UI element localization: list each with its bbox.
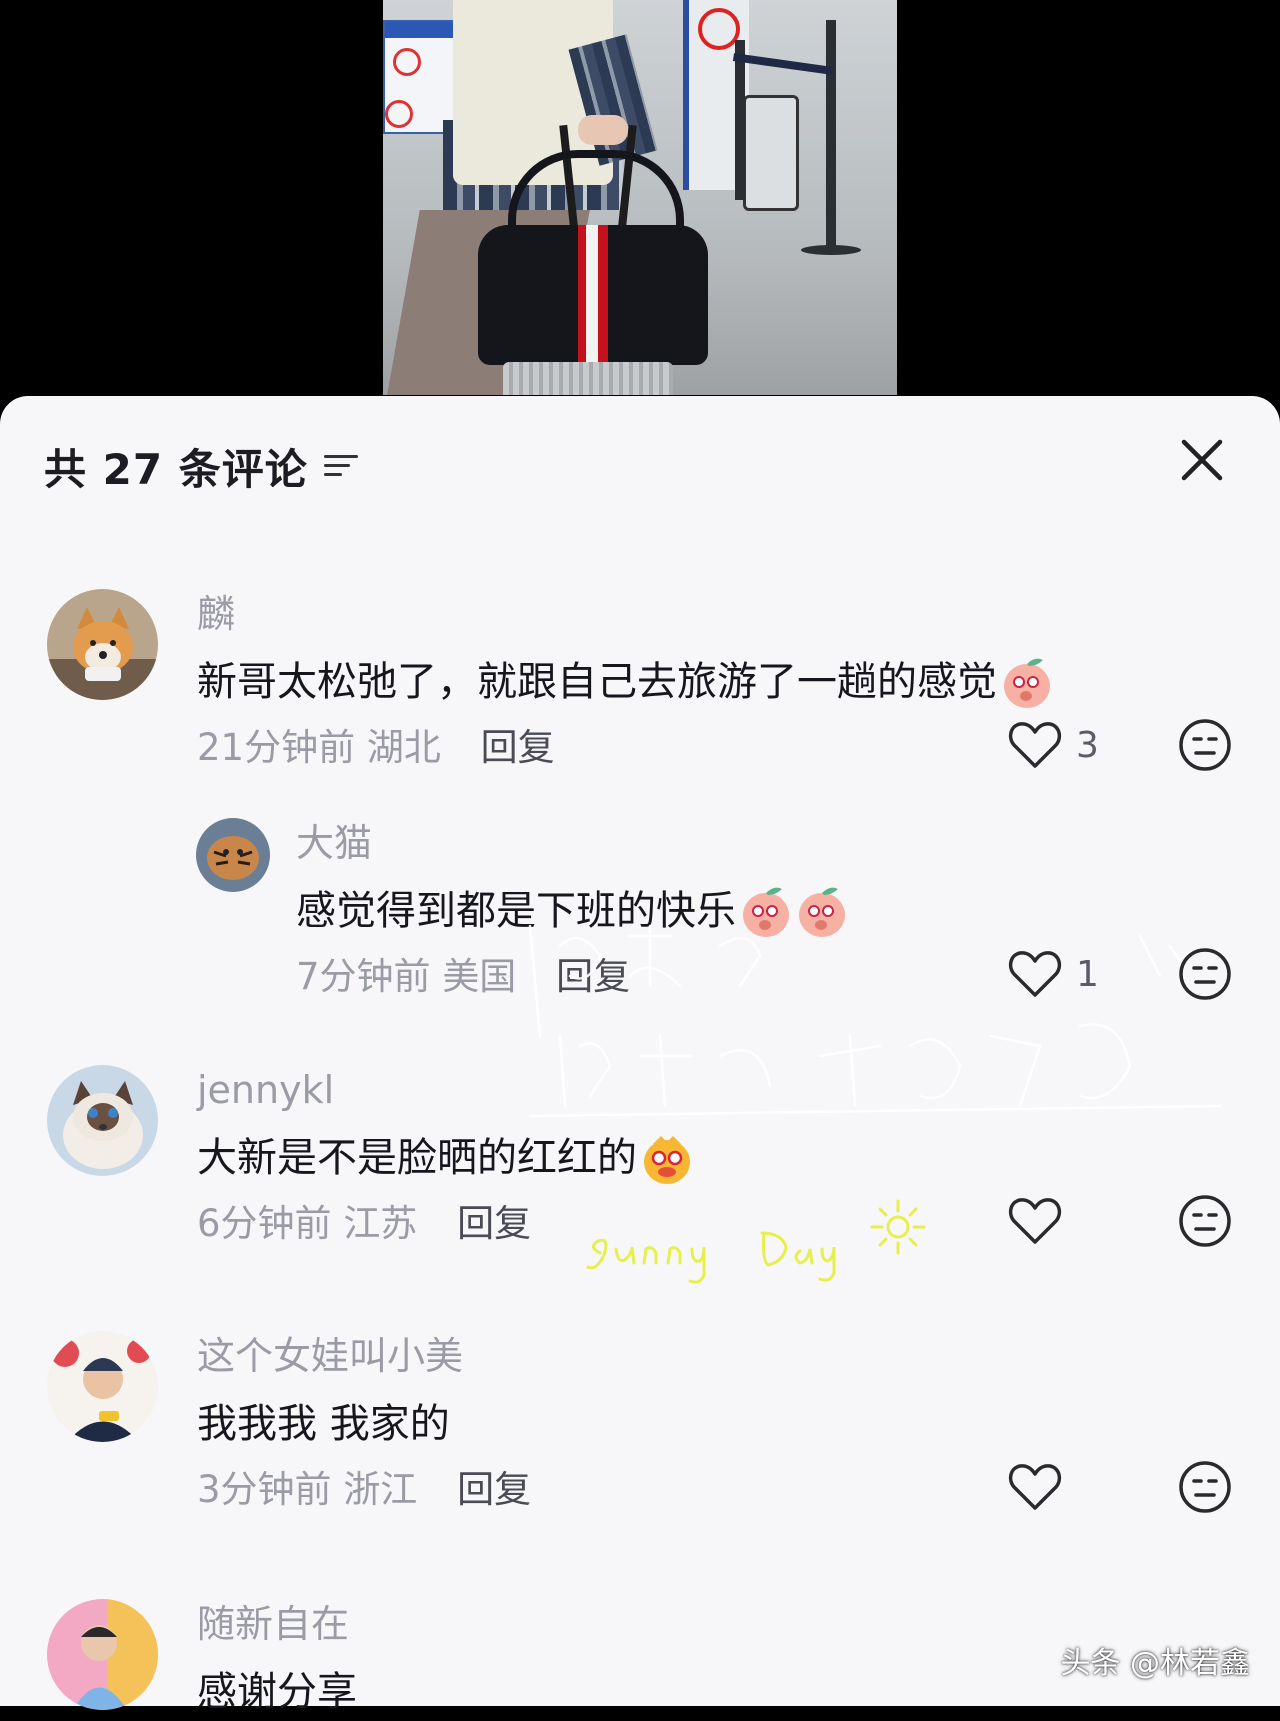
comment-time: 3分钟前	[197, 1468, 332, 1511]
comment-username[interactable]: 麟	[197, 589, 1053, 639]
comment-username[interactable]: 大猫	[296, 818, 848, 868]
comment-username[interactable]: jennykl	[197, 1065, 693, 1115]
reply-button[interactable]: 回复	[457, 1468, 531, 1511]
like-button[interactable]: 3	[1008, 715, 1099, 775]
close-icon[interactable]	[1178, 436, 1226, 484]
comment-meta: 21分钟前 湖北 回复	[197, 723, 1053, 773]
comment-text-content: 我我我 我家的	[197, 1401, 450, 1447]
comment-text: 大新是不是脸晒的红红的	[197, 1129, 693, 1187]
blushing-peach-emoji	[743, 887, 789, 937]
comment-text: 感谢分享	[197, 1663, 357, 1721]
comment-username[interactable]: 这个女娃叫小美	[197, 1331, 531, 1381]
comment-location: 美国	[442, 955, 517, 998]
like-count: 3	[1076, 724, 1099, 766]
comment-time: 7分钟前	[296, 955, 431, 998]
comment-time: 21分钟前	[197, 726, 356, 769]
avatar[interactable]	[196, 818, 270, 892]
comment-username[interactable]: 随新自在	[197, 1599, 357, 1649]
heart-outline-icon	[1008, 1198, 1062, 1244]
meh-face-icon[interactable]	[1178, 947, 1232, 1001]
heart-outline-icon	[1008, 722, 1062, 768]
comment-text-content: 感谢分享	[197, 1669, 357, 1715]
like-count: 1	[1076, 953, 1099, 995]
comment-count-title: 共 27 条评论	[44, 444, 308, 494]
airport-sign-board	[383, 20, 457, 134]
reply-button[interactable]: 回复	[556, 955, 630, 998]
filter-icon[interactable]	[323, 451, 360, 481]
comment-meta: 7分钟前 美国 回复	[296, 952, 848, 1002]
comment-text: 感觉得到都是下班的快乐	[296, 882, 848, 940]
comment-location: 浙江	[343, 1468, 418, 1511]
red-face-emoji	[644, 1136, 690, 1184]
comment-sheet: 共 27 条评论 麟 新哥太松弛了，就跟自己去旅游了一趟的感觉 21分钟前 湖北…	[0, 396, 1280, 1715]
video-frame	[383, 0, 897, 395]
background-suitcase	[743, 95, 799, 211]
comment-text-content: 感觉得到都是下班的快乐	[296, 888, 736, 934]
person-hand	[578, 115, 628, 145]
blushing-peach-emoji	[1004, 658, 1050, 708]
meh-face-icon[interactable]	[1178, 1194, 1232, 1248]
duffel-bag	[478, 225, 708, 365]
meh-face-icon[interactable]	[1178, 718, 1232, 772]
comment-text-content: 新哥太松弛了，就跟自己去旅游了一趟的感觉	[197, 659, 997, 705]
reply-button[interactable]: 回复	[481, 726, 555, 769]
heart-outline-icon	[1008, 1464, 1062, 1510]
heart-outline-icon	[1008, 951, 1062, 997]
video-player[interactable]	[0, 0, 1280, 420]
avatar[interactable]	[47, 589, 158, 700]
comment-location: 江苏	[343, 1202, 418, 1245]
comment-sheet-header: 共 27 条评论	[44, 436, 360, 496]
luggage-case	[503, 362, 673, 395]
reply-button[interactable]: 回复	[457, 1202, 531, 1245]
blushing-peach-emoji	[799, 887, 845, 937]
avatar[interactable]	[47, 1599, 158, 1710]
comment-text: 新哥太松弛了，就跟自己去旅游了一趟的感觉	[197, 653, 1053, 711]
comment-text: 我我我 我家的	[197, 1395, 531, 1453]
comment-text-content: 大新是不是脸晒的红红的	[197, 1135, 637, 1181]
avatar[interactable]	[47, 1331, 158, 1442]
comment-location: 湖北	[366, 726, 441, 769]
comment-time: 6分钟前	[197, 1202, 332, 1245]
like-button[interactable]: 1	[1008, 944, 1099, 1004]
avatar[interactable]	[47, 1065, 158, 1176]
like-button[interactable]	[1008, 1457, 1076, 1517]
meh-face-icon[interactable]	[1178, 1460, 1232, 1514]
comment-meta: 6分钟前 江苏 回复	[197, 1199, 693, 1249]
like-button[interactable]	[1008, 1191, 1076, 1251]
watermark: 头条 @林若鑫	[1060, 1646, 1250, 1681]
comment-meta: 3分钟前 浙江 回复	[197, 1465, 531, 1515]
